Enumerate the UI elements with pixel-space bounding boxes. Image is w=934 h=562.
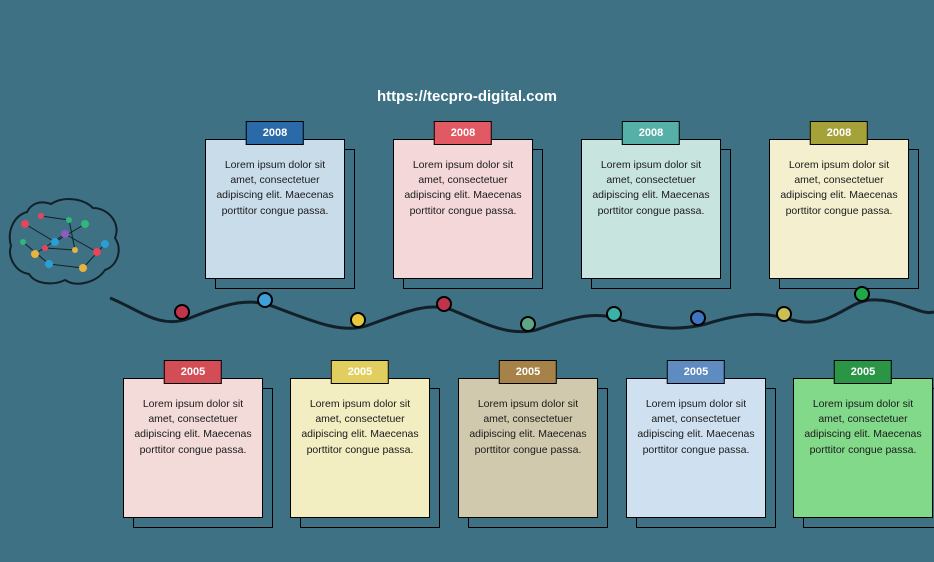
timeline-card: Lorem ipsum dolor sit amet, consectetuer… — [458, 378, 598, 518]
timeline-dot — [257, 292, 273, 308]
timeline-dot — [520, 316, 536, 332]
page-title: https://tecpro-digital.com — [377, 88, 557, 105]
card-year-badge: 2008 — [246, 121, 304, 145]
card-body: Lorem ipsum dolor sit amet, consectetuer… — [769, 139, 909, 279]
card-year-badge: 2005 — [499, 360, 557, 384]
timeline-card: Lorem ipsum dolor sit amet, consectetuer… — [123, 378, 263, 518]
card-body: Lorem ipsum dolor sit amet, consectetuer… — [626, 378, 766, 518]
card-body: Lorem ipsum dolor sit amet, consectetuer… — [793, 378, 933, 518]
card-body: Lorem ipsum dolor sit amet, consectetuer… — [393, 139, 533, 279]
timeline-card: Lorem ipsum dolor sit amet, consectetuer… — [393, 139, 533, 279]
card-year-badge: 2008 — [810, 121, 868, 145]
brain-illustration — [5, 194, 125, 292]
timeline-dot — [776, 306, 792, 322]
card-year-badge: 2005 — [834, 360, 892, 384]
card-body: Lorem ipsum dolor sit amet, consectetuer… — [290, 378, 430, 518]
timeline-dot — [350, 312, 366, 328]
timeline-card: Lorem ipsum dolor sit amet, consectetuer… — [769, 139, 909, 279]
card-body: Lorem ipsum dolor sit amet, consectetuer… — [205, 139, 345, 279]
card-year-badge: 2005 — [331, 360, 389, 384]
timeline-card: Lorem ipsum dolor sit amet, consectetuer… — [290, 378, 430, 518]
timeline-dot — [436, 296, 452, 312]
card-body: Lorem ipsum dolor sit amet, consectetuer… — [581, 139, 721, 279]
timeline-dot — [606, 306, 622, 322]
timeline-card: Lorem ipsum dolor sit amet, consectetuer… — [626, 378, 766, 518]
timeline-dot — [174, 304, 190, 320]
timeline-card: Lorem ipsum dolor sit amet, consectetuer… — [793, 378, 933, 518]
timeline-card: Lorem ipsum dolor sit amet, consectetuer… — [581, 139, 721, 279]
timeline-dot — [690, 310, 706, 326]
card-body: Lorem ipsum dolor sit amet, consectetuer… — [123, 378, 263, 518]
timeline-card: Lorem ipsum dolor sit amet, consectetuer… — [205, 139, 345, 279]
card-year-badge: 2008 — [434, 121, 492, 145]
timeline-dot — [854, 286, 870, 302]
card-year-badge: 2005 — [164, 360, 222, 384]
card-year-badge: 2005 — [667, 360, 725, 384]
card-body: Lorem ipsum dolor sit amet, consectetuer… — [458, 378, 598, 518]
card-year-badge: 2008 — [622, 121, 680, 145]
